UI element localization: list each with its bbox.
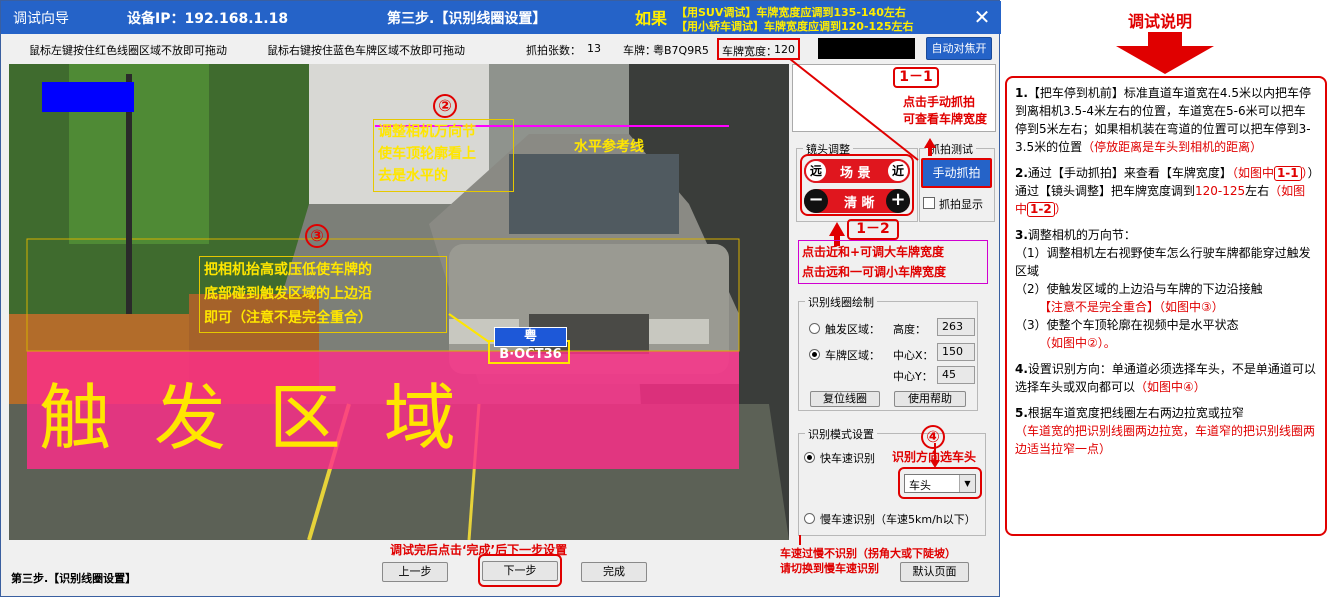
guide-step-5: 5.根据车道宽度把线圈左右两边拉宽或拉窄 （车道宽的把识别线圈两边拉宽，车道窄的… bbox=[1015, 404, 1317, 458]
guide-step-3-num: 3. bbox=[1015, 228, 1028, 242]
finish-hint: 调试完后点击‘完成’后下一步设置 bbox=[390, 543, 568, 557]
slow-hint-line: 请切换到慢车速识别 bbox=[780, 562, 879, 575]
guide-step-3-3-note: （如图中②）。 bbox=[1039, 336, 1116, 350]
guide-step-2-text-c: 左右 bbox=[1245, 184, 1270, 198]
annotation-1-1-text: 点击手动抓拍 可查看车牌宽度 bbox=[903, 94, 987, 128]
guide-step-3: 3.调整相机的万向节： （1）调整相机左右视野使车怎么行驶车牌都能穿过触发区域 … bbox=[1015, 226, 1317, 352]
guide-ref-1-1: 1-1 bbox=[1273, 166, 1302, 181]
guide-step-2-close: ） bbox=[1054, 202, 1067, 216]
guide-title: 调试说明 bbox=[1128, 12, 1193, 31]
guide-step-2: 2.通过【手动抓拍】来查看【车牌宽度】（如图中 1-1 ））通过【镜头调整】把车牌宽… bbox=[1015, 166, 1314, 217]
down-arrow-icon bbox=[1116, 32, 1214, 74]
guide-step-2-text: 通过【手动抓拍】来查看【车牌宽度】 bbox=[1027, 166, 1232, 180]
guide-step-4-num: 4. bbox=[1015, 362, 1028, 376]
annotation-1-2-line: 点击远和一可调小车牌宽度 bbox=[802, 265, 947, 279]
annotation-1-2: 1－2 bbox=[847, 219, 899, 240]
annotation-1-2-box: 点击近和+可调大车牌宽度 点击远和一可调小车牌宽度 bbox=[798, 240, 988, 284]
guide-step-3-2: （2）使触发区域的上边沿与车牌的下边沿接触 bbox=[1015, 282, 1263, 296]
guide-step-1: 1.【把车停到机前】标准直道车道宽在4.5米以内把车停到离相机3.5-4米左右的… bbox=[1015, 84, 1317, 156]
circle-4: ④ bbox=[921, 425, 945, 449]
guide-step-2-range: 120-125 bbox=[1195, 184, 1246, 198]
guide-step-4-note: （如图中④） bbox=[1135, 380, 1206, 394]
annotation-1-1-line: 可查看车牌宽度 bbox=[903, 112, 988, 126]
guide-step-3-1: （1）调整相机左右视野使车怎么行驶车牌都能穿过触发区域 bbox=[1015, 246, 1311, 278]
annotation-1-2-line: 点击近和+可调大车牌宽度 bbox=[802, 245, 945, 259]
guide-step-3-text: 调整相机的万向节： bbox=[1027, 228, 1136, 242]
guide-step-3-3: （3）使整个车顶轮廓在视频中是水平状态 bbox=[1015, 318, 1239, 332]
guide-step-2-ref: （如图中 bbox=[1231, 166, 1274, 180]
guide-step-5-text: 根据车道宽度把线圈左右两边拉宽或拉窄 bbox=[1027, 406, 1244, 420]
guide-step-1-note: （停放距离是车头到相机的距离） bbox=[1082, 140, 1263, 154]
annotation-1-1: 1－1 bbox=[893, 67, 939, 88]
guide-step-3-2-note: 【注意不是完全重合】（如图中③） bbox=[1039, 300, 1224, 314]
direction-hint: 识别方向选车头 bbox=[892, 450, 977, 464]
guide-step-5-num: 5. bbox=[1015, 406, 1028, 420]
guide-step-5-note: （车道宽的把识别线圈两边拉宽，车道窄的把识别线圈两边适当拉窄一点） bbox=[1015, 424, 1316, 456]
guide-ref-1-2: 1-2 bbox=[1027, 202, 1055, 217]
guide-step-4: 4.设置识别方向：单通道必须选择车头，不是单通道可以选择车头或双向都可以（如图中… bbox=[1015, 360, 1317, 396]
slow-hint-line: 车速过慢不识别（拐角大或下陡坡） bbox=[780, 547, 956, 560]
annotation-arrows bbox=[789, 58, 940, 545]
guide-step-2-num: 2. bbox=[1015, 166, 1028, 180]
guide-panel: 1.【把车停到机前】标准直道车道宽在4.5米以内把车停到离相机3.5-4米左右的… bbox=[1005, 76, 1327, 536]
annotation-1-1-line: 点击手动抓拍 bbox=[903, 95, 976, 109]
guide-step-1-num: 1. bbox=[1015, 86, 1028, 100]
slow-hint: 车速过慢不识别（拐角大或下陡坡） 请切换到慢车速识别 bbox=[780, 546, 956, 576]
